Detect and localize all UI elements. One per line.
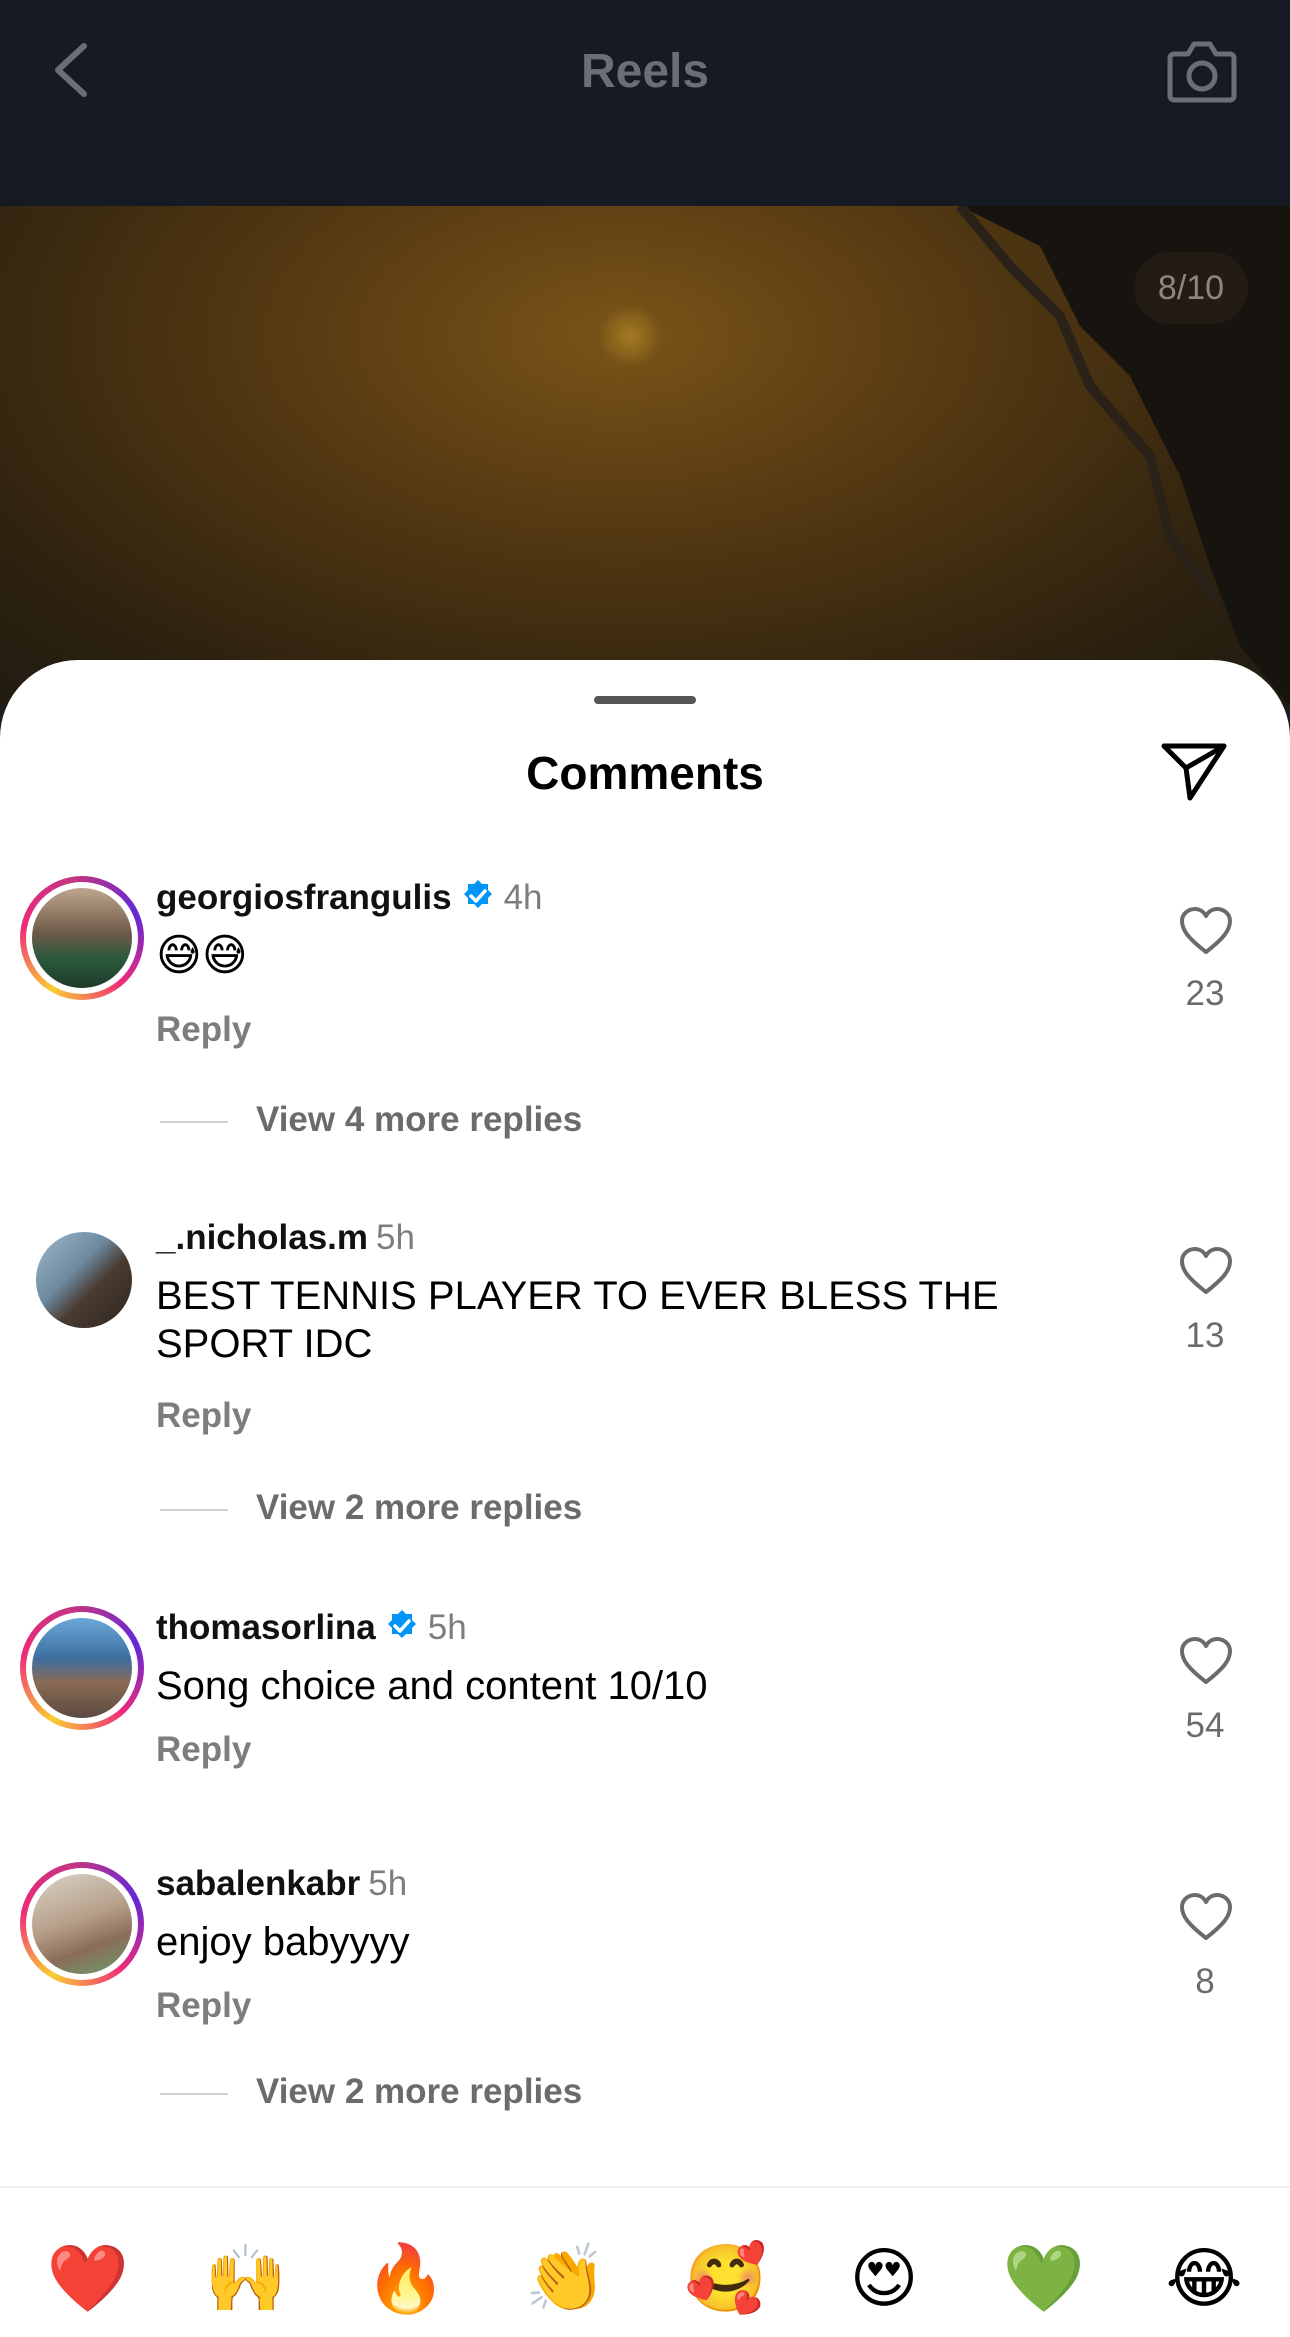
video-silhouette — [956, 206, 1290, 706]
view-more-replies[interactable]: View 2 more replies — [160, 1488, 582, 1528]
reel-video[interactable]: 8/10 — [0, 206, 1290, 706]
timestamp: 5h — [368, 1864, 408, 1903]
reply-button[interactable]: Reply — [156, 1010, 251, 1050]
paper-plane-icon[interactable] — [1160, 738, 1228, 802]
verified-badge-icon — [387, 1610, 416, 1638]
view-more-replies-label: View 4 more replies — [256, 1100, 583, 1139]
username[interactable]: georgiosfrangulis — [156, 878, 452, 917]
reply-button[interactable]: Reply — [156, 1396, 251, 1436]
avatar[interactable] — [20, 1216, 144, 1340]
comment-meta: georgiosfrangulis 4h — [156, 878, 543, 918]
emoji-heart-eyes[interactable]: 😍 — [836, 2228, 932, 2328]
comments-sheet: Comments georgiosfrangulis 4h 😅😅 Reply 23… — [0, 660, 1290, 2337]
thread-line — [160, 2092, 228, 2095]
emoji-fire[interactable]: 🔥 — [358, 2228, 454, 2328]
heart-outline-icon[interactable] — [1178, 1246, 1234, 1296]
top-bar: Reels — [0, 0, 1290, 206]
comment-text: enjoy babyyyy — [156, 1920, 410, 1964]
view-more-replies-label: View 2 more replies — [256, 2072, 583, 2111]
comment-meta: sabalenkabr 5h — [156, 1864, 407, 1904]
avatar[interactable] — [20, 1606, 144, 1730]
drag-handle[interactable] — [594, 696, 696, 704]
timestamp: 5h — [376, 1218, 415, 1257]
like-count: 8 — [1195, 1962, 1215, 2001]
emoji-reaction-bar: ❤️ 🙌 🔥 👏 🥰 😍 💚 😂 — [0, 2228, 1290, 2328]
thread-line — [160, 1508, 228, 1511]
avatar[interactable] — [20, 1862, 144, 1986]
view-more-replies[interactable]: View 2 more replies — [160, 2072, 582, 2112]
comment-text: 😅😅 — [156, 931, 248, 980]
like-count: 54 — [1185, 1706, 1225, 1745]
sheet-title: Comments — [526, 747, 764, 799]
comment-meta: _.nicholas.m 5h — [156, 1218, 415, 1258]
reply-button[interactable]: Reply — [156, 1730, 251, 1770]
divider — [0, 2186, 1290, 2188]
like-count: 13 — [1185, 1316, 1225, 1355]
heart-outline-icon[interactable] — [1178, 906, 1234, 956]
avatar[interactable] — [20, 876, 144, 1000]
emoji-raising-hands[interactable]: 🙌 — [198, 2228, 294, 2328]
comment-text: Song choice and content 10/10 — [156, 1664, 708, 1708]
verified-badge-icon — [463, 880, 492, 908]
camera-icon[interactable] — [1166, 36, 1238, 104]
emoji-green-heart[interactable]: 💚 — [996, 2228, 1092, 2328]
page-title: Reels — [580, 45, 710, 98]
username[interactable]: _.nicholas.m — [156, 1218, 368, 1257]
emoji-tears-of-joy[interactable]: 😂 — [1156, 2228, 1252, 2328]
thread-line — [160, 1120, 228, 1123]
like-count: 23 — [1185, 974, 1225, 1013]
view-more-replies[interactable]: View 4 more replies — [160, 1100, 582, 1140]
comment-text: BEST TENNIS PLAYER TO EVER BLESS THE SPO… — [156, 1274, 999, 1366]
heart-outline-icon[interactable] — [1178, 1892, 1234, 1942]
emoji-clapping-hands[interactable]: 👏 — [518, 2228, 614, 2328]
comment-meta: thomasorlina 5h — [156, 1608, 467, 1648]
timestamp: 4h — [503, 878, 543, 917]
timestamp: 5h — [427, 1608, 467, 1647]
username[interactable]: sabalenkabr — [156, 1864, 360, 1903]
heart-outline-icon[interactable] — [1178, 1636, 1234, 1686]
media-counter: 8/10 — [1134, 252, 1248, 324]
view-more-replies-label: View 2 more replies — [256, 1488, 583, 1527]
emoji-smiling-hearts[interactable]: 🥰 — [678, 2228, 774, 2328]
username[interactable]: thomasorlina — [156, 1608, 376, 1647]
reply-button[interactable]: Reply — [156, 1986, 251, 2026]
emoji-red-heart[interactable]: ❤️ — [40, 2228, 136, 2328]
